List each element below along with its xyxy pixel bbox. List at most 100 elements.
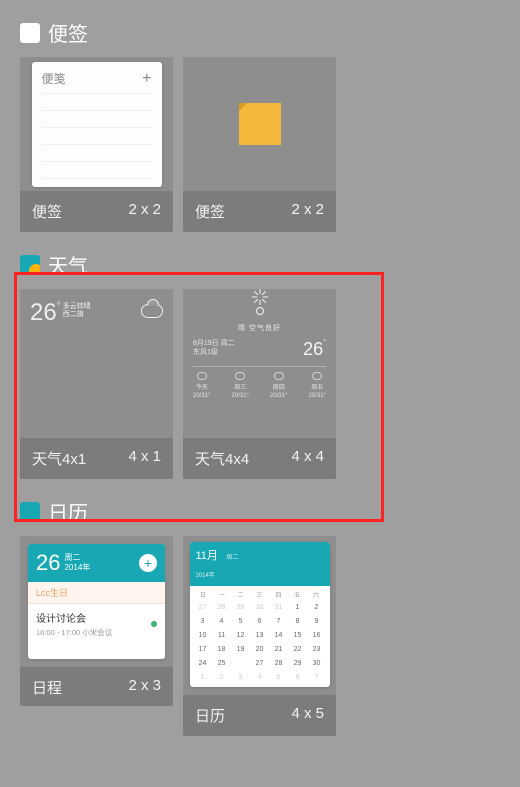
widget-preview: 便笺 + <box>20 57 173 191</box>
widget-name: 天气4x4 <box>195 448 249 469</box>
day-grid: 2728293031123456789101112131415161718192… <box>190 601 330 687</box>
weather-4x1-preview: 26° 多云转晴 西二旗 <box>30 299 163 327</box>
widget-preview: 11月 周二2014年 日一二三四五六 27282930311234567891… <box>183 536 336 695</box>
month: 11月 <box>196 550 218 562</box>
section-weather: 天气 26° 多云转晴 西二旗 天气4x1 4 x 1 <box>0 232 520 479</box>
note-preview-detailed: 便笺 + <box>32 62 162 187</box>
day-cell: 8 <box>289 615 307 628</box>
day-cell: 13 <box>251 629 269 642</box>
add-event-button[interactable]: + <box>139 554 157 572</box>
day-cell: 3 <box>194 615 212 628</box>
widget-name: 便签 <box>195 201 225 222</box>
day-cell: 18 <box>213 643 231 656</box>
calendar-icon <box>20 502 40 522</box>
detail-line2: 东风1级 <box>193 348 235 357</box>
widget-size: 4 x 5 <box>291 705 324 726</box>
weather-icon <box>20 255 40 275</box>
detail-line1: 8月19日 周二 <box>193 339 235 348</box>
dow-cell: 五 <box>288 590 307 599</box>
section-title-notes: 便签 <box>48 18 88 47</box>
temp-sub2: 西二旗 <box>63 311 91 319</box>
day-cell: 26 <box>232 657 250 670</box>
section-notes: 便签 便笺 + 便签 2 x 2 便签 <box>0 0 520 232</box>
forecast-day: 今天20/31° <box>193 372 210 399</box>
year: 2014年 <box>64 563 90 573</box>
dow-cell: 一 <box>212 590 231 599</box>
day-cell: 30 <box>308 657 326 670</box>
widget-name: 日历 <box>195 705 225 726</box>
widget-weather-4x1[interactable]: 26° 多云转晴 西二旗 天气4x1 4 x 1 <box>20 289 173 479</box>
forecast-row: 今天20/31°周三20/31°周四20/31°周五20/31° <box>193 372 326 399</box>
widget-notes-2x2-b[interactable]: 便签 2 x 2 <box>183 57 336 232</box>
day-cell: 21 <box>270 643 288 656</box>
event-title: 设计讨论会 <box>36 610 112 625</box>
widget-footer: 日程 2 x 3 <box>20 667 173 706</box>
day-cell: 28 <box>270 657 288 670</box>
day-cell: 19 <box>232 643 250 656</box>
day-cell: 6 <box>251 615 269 628</box>
date-num: 26 <box>36 550 60 576</box>
day-cell: 29 <box>232 601 250 614</box>
widget-preview: 26 周二 2014年 + Lcc生日 设计讨论会 16:00 - 17:00 <box>20 536 173 667</box>
day-cell: 25 <box>213 657 231 670</box>
temp-unit: ° <box>57 301 61 312</box>
widget-footer: 天气4x1 4 x 1 <box>20 438 173 479</box>
widget-size: 2 x 2 <box>291 201 324 222</box>
widget-footer: 日历 4 x 5 <box>183 695 336 736</box>
weather-4x4-preview: 晴 空气良好 8月19日 周二 东风1级 26° 今天20/31°周三20/31… <box>193 297 326 430</box>
widget-footer: 便签 2 x 2 <box>20 191 173 232</box>
day-cell: 4 <box>213 615 231 628</box>
widget-name: 便签 <box>32 201 62 222</box>
day-cell: 14 <box>270 629 288 642</box>
temp-value: 26 <box>303 339 323 359</box>
day-cell: 17 <box>194 643 212 656</box>
widget-calendar-4x5[interactable]: 11月 周二2014年 日一二三四五六 27282930311234567891… <box>183 536 336 736</box>
widget-footer: 便签 2 x 2 <box>183 191 336 232</box>
sun-icon <box>252 303 268 319</box>
section-header-notes: 便签 <box>20 0 500 57</box>
event-sub: 16:00 - 17:00 小米会议 <box>36 627 112 638</box>
calendar-widget-row: 26 周二 2014年 + Lcc生日 设计讨论会 16:00 - 17:00 <box>20 536 500 736</box>
widget-schedule-2x3[interactable]: 26 周二 2014年 + Lcc生日 设计讨论会 16:00 - 17:00 <box>20 536 173 706</box>
section-calendar: 日历 26 周二 2014年 + Lcc生日 <box>0 479 520 736</box>
note-preview-title: 便笺 <box>42 70 66 88</box>
cloud-icon <box>141 304 163 318</box>
mini-cloud-icon <box>235 372 245 380</box>
day-cell: 11 <box>213 629 231 642</box>
event-dot-icon <box>151 621 157 627</box>
mini-cloud-icon <box>197 372 207 380</box>
day-cell: 7 <box>270 615 288 628</box>
day-cell: 2 <box>213 671 231 684</box>
notes-icon <box>20 23 40 43</box>
day-cell: 27 <box>194 601 212 614</box>
day-cell: 1 <box>194 671 212 684</box>
day-cell: 22 <box>289 643 307 656</box>
day-cell: 30 <box>251 601 269 614</box>
day-cell: 24 <box>194 657 212 670</box>
widget-weather-4x4[interactable]: 晴 空气良好 8月19日 周二 东风1级 26° 今天20/31°周三20/31… <box>183 289 336 479</box>
day-cell: 10 <box>194 629 212 642</box>
section-title-calendar: 日历 <box>48 497 88 526</box>
dow-cell: 六 <box>307 590 326 599</box>
day-cell: 2 <box>308 601 326 614</box>
forecast-day: 周三20/31° <box>232 372 249 399</box>
dow-cell: 二 <box>231 590 250 599</box>
day-cell: 7 <box>308 671 326 684</box>
day-cell: 9 <box>308 615 326 628</box>
widget-preview: 26° 多云转晴 西二旗 <box>20 289 173 438</box>
widget-notes-2x2-a[interactable]: 便笺 + 便签 2 x 2 <box>20 57 173 232</box>
section-header-calendar: 日历 <box>20 479 500 536</box>
birthday-banner: Lcc生日 <box>28 582 165 604</box>
day-cell: 5 <box>270 671 288 684</box>
day-cell: 27 <box>251 657 269 670</box>
dow-row: 日一二三四五六 <box>190 586 330 601</box>
day-cell: 1 <box>289 601 307 614</box>
plus-icon: + <box>142 70 151 88</box>
calendar-grid-preview: 11月 周二2014年 日一二三四五六 27282930311234567891… <box>190 542 330 687</box>
day-cell: 31 <box>270 601 288 614</box>
widget-size: 4 x 1 <box>128 448 161 469</box>
day-cell: 4 <box>251 671 269 684</box>
day-cell: 16 <box>308 629 326 642</box>
weather-widget-row: 26° 多云转晴 西二旗 天气4x1 4 x 1 <box>20 289 500 479</box>
mini-cloud-icon <box>312 372 322 380</box>
